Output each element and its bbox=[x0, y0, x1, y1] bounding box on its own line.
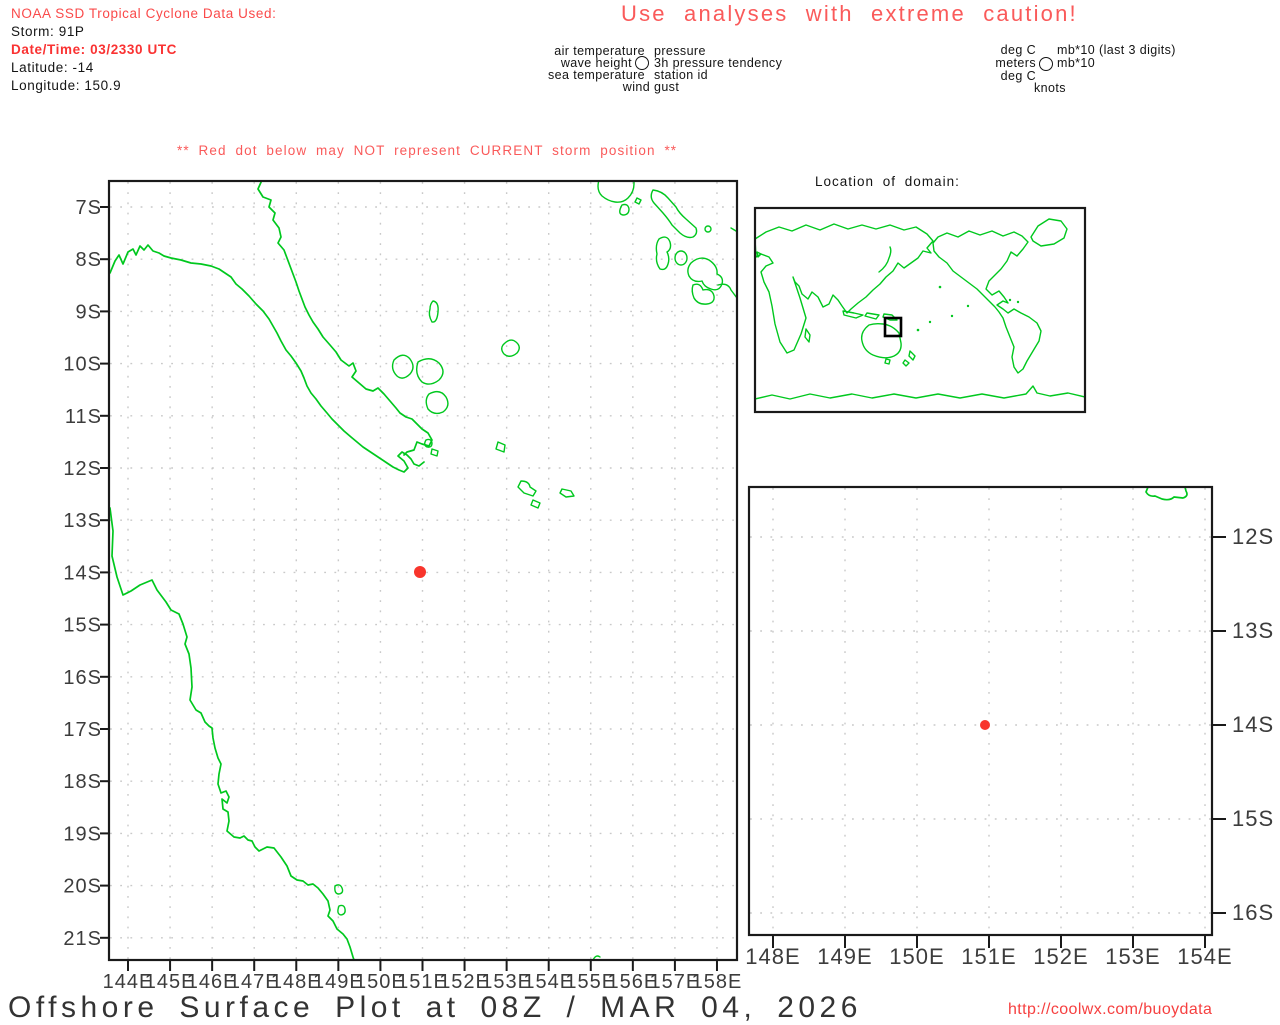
indonesia-islands-2 bbox=[864, 312, 880, 320]
tick-layer bbox=[100, 206, 1226, 971]
solomon-islet-h bbox=[730, 227, 736, 232]
main-map-lat-label: 11S bbox=[65, 406, 102, 428]
zoom-map-lon-label: 152E bbox=[1033, 944, 1088, 969]
zoom-map-lat-label: 12S bbox=[1232, 524, 1274, 549]
caribbean-speck-1 bbox=[1008, 298, 1012, 302]
americas-coastline bbox=[932, 230, 1042, 374]
png-north-coast bbox=[257, 182, 433, 456]
world-coastlines bbox=[756, 218, 1084, 400]
main-map-lat-label: 10S bbox=[63, 354, 102, 376]
main-map-lat-label: 18S bbox=[63, 771, 102, 793]
pacific-speck-2 bbox=[966, 304, 970, 308]
map-canvas: 144E145E146E147E148E149E150E151E152E153E… bbox=[63, 179, 1274, 993]
louisiade-islet-1 bbox=[495, 441, 506, 453]
zoom-map-coastlines bbox=[1145, 488, 1188, 501]
zoom-map-lat-label: 13S bbox=[1232, 618, 1274, 643]
storm-dot-main bbox=[414, 566, 426, 578]
main-map-lat-label: 16S bbox=[63, 667, 102, 689]
buoy-plot-page: { "colors": { "coast_green": "#00c81e", … bbox=[0, 0, 1280, 1024]
australia-world bbox=[860, 322, 902, 359]
main-map-lat-label: 8S bbox=[76, 249, 102, 271]
png-south-coast bbox=[110, 244, 425, 473]
fiji-speck bbox=[916, 328, 920, 332]
japan-coastline bbox=[878, 246, 892, 273]
storm-dot-zoom bbox=[980, 720, 990, 730]
zoom-map-lon-label: 149E bbox=[817, 944, 872, 969]
axis-label-layer: 144E145E146E147E148E149E150E151E152E153E… bbox=[63, 197, 1274, 993]
zoom-map-lon-label: 148E bbox=[745, 944, 800, 969]
milne-bay-islet-2 bbox=[430, 448, 439, 457]
main-map-lat-label: 7S bbox=[76, 197, 102, 219]
main-map-lat-label: 12S bbox=[63, 458, 102, 480]
source-url-link[interactable]: http://coolwx.com/buoydata bbox=[1008, 1001, 1212, 1019]
misima-island bbox=[517, 480, 537, 497]
world-inset-map bbox=[753, 206, 1087, 414]
coastal-islet bbox=[337, 904, 346, 916]
antarctica-coastline bbox=[756, 385, 1084, 400]
fergusson-island bbox=[415, 358, 444, 385]
hawaii-speck bbox=[938, 285, 942, 289]
zoom-map-lon-label: 151E bbox=[961, 944, 1016, 969]
tagula-island bbox=[559, 488, 575, 498]
greenland-coastline bbox=[1030, 218, 1068, 247]
main-map-lat-label: 13S bbox=[63, 510, 102, 532]
queensland-coastline bbox=[110, 507, 355, 959]
main-map-lat-label: 20S bbox=[63, 876, 102, 898]
zoom-map-lon-label: 154E bbox=[1177, 944, 1232, 969]
caribbean-speck-2 bbox=[1016, 300, 1020, 304]
new-zealand-north bbox=[908, 350, 916, 361]
madagascar-world bbox=[804, 328, 811, 343]
zoom-island-fragment bbox=[1145, 488, 1188, 501]
pacific-speck-1 bbox=[950, 314, 954, 318]
solomon-islet-c bbox=[704, 225, 712, 233]
main-map-lat-label: 17S bbox=[63, 719, 102, 741]
louisiade-islet-2 bbox=[530, 499, 541, 509]
zoom-map bbox=[747, 485, 1214, 937]
zoom-map-lon-label: 150E bbox=[889, 944, 944, 969]
main-map-lon-label: 158E bbox=[692, 971, 743, 993]
grid-layer bbox=[110, 182, 1211, 959]
solomon-island-e bbox=[674, 250, 688, 266]
main-map-lat-label: 19S bbox=[63, 823, 102, 845]
main-map-lat-label: 14S bbox=[63, 562, 102, 584]
new-ireland-fragment bbox=[597, 182, 635, 203]
tasmania-world bbox=[884, 358, 891, 365]
pacific-speck-3 bbox=[928, 320, 932, 324]
indonesia-islands bbox=[842, 310, 864, 319]
main-map-lat-label: 21S bbox=[63, 928, 102, 950]
solomon-islet-b bbox=[634, 197, 642, 205]
main-map-lat-label: 15S bbox=[63, 615, 102, 637]
zoom-map-border bbox=[747, 485, 1214, 937]
solomon-island-d bbox=[655, 236, 672, 271]
zoom-map-lat-label: 14S bbox=[1232, 712, 1274, 737]
zoom-map-lat-label: 15S bbox=[1232, 806, 1274, 831]
afro-eurasia-coastline bbox=[756, 223, 934, 354]
woodlark-island bbox=[501, 339, 520, 357]
normanby-island bbox=[425, 390, 449, 415]
new-zealand-south bbox=[902, 359, 910, 367]
plot-title: Offshore Surface Plot at 08Z / MAR 04, 2… bbox=[8, 991, 862, 1024]
zoom-map-lon-label: 153E bbox=[1105, 944, 1160, 969]
bougainville-island bbox=[650, 189, 698, 239]
main-map-lat-label: 9S bbox=[76, 301, 102, 323]
solomon-island-f bbox=[691, 283, 715, 305]
solomon-islet-a bbox=[619, 203, 630, 216]
zoom-map-lat-label: 16S bbox=[1232, 900, 1274, 925]
goodenough-island bbox=[391, 354, 414, 379]
world-inset-border bbox=[753, 206, 1087, 414]
